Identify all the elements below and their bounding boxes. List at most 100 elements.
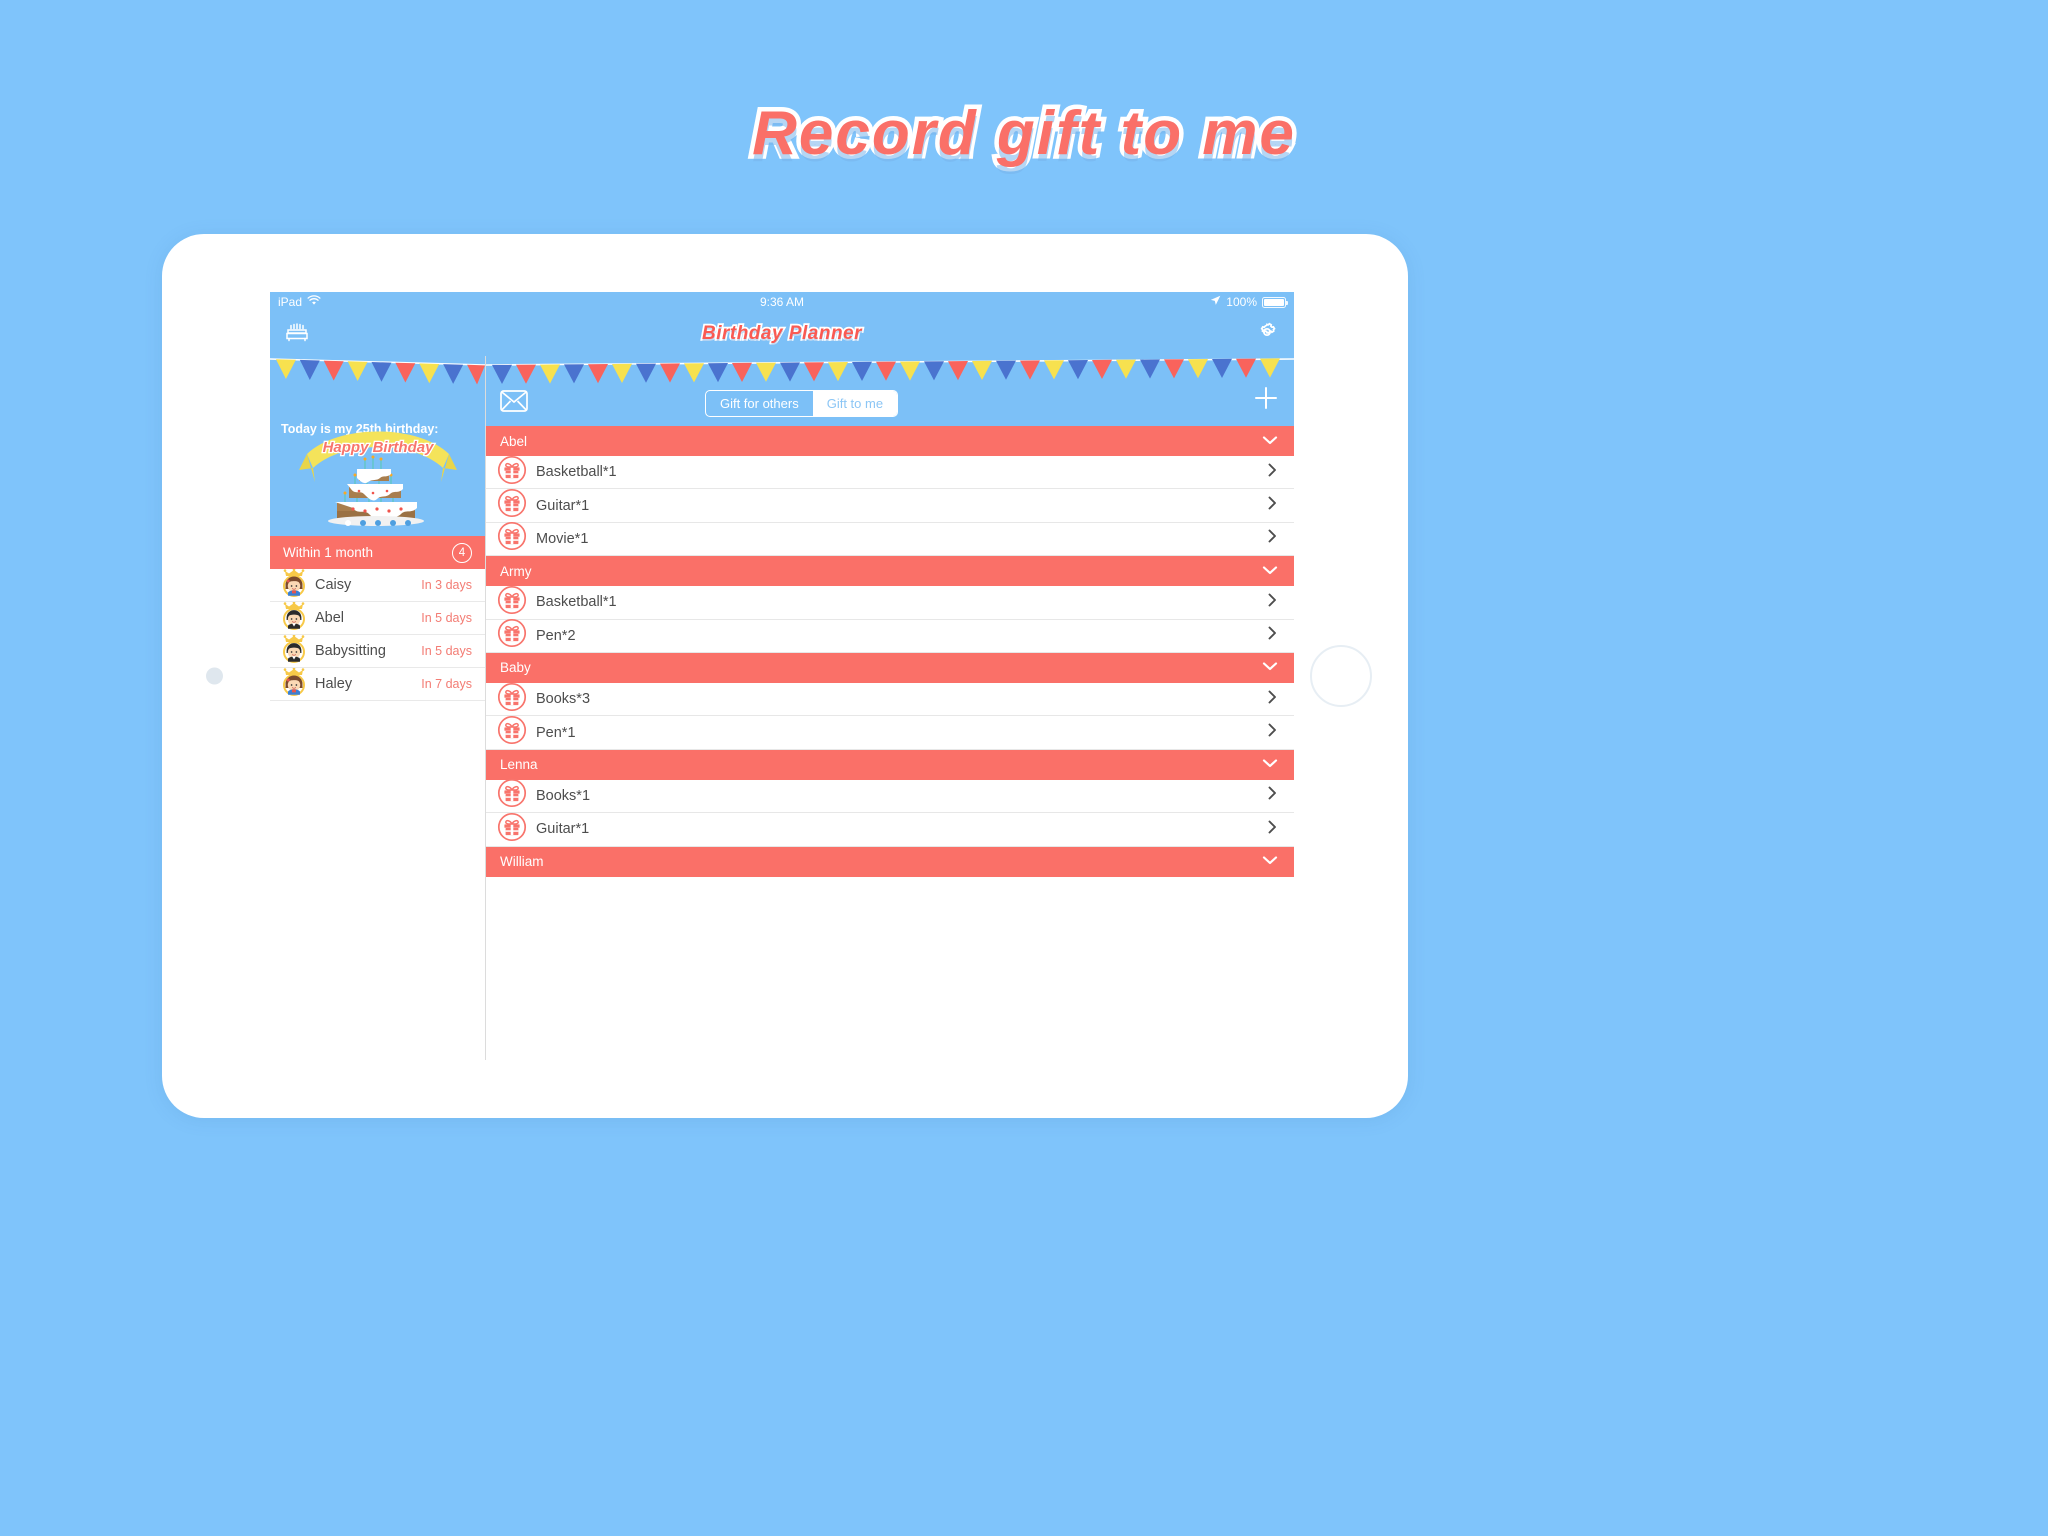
- friend-list: Caisy In 3 days Abel In 5 days Babysitting…: [270, 568, 485, 701]
- chevron-right-icon[interactable]: [1264, 495, 1280, 516]
- status-badge: 4: [452, 542, 472, 563]
- avatar-girl-crown-icon: [281, 568, 307, 602]
- camera-dot: [206, 667, 223, 685]
- friend-days-remaining: In 3 days: [421, 578, 472, 592]
- avatar-boy-crown-icon: [281, 601, 307, 635]
- status-time: 9:36 AM: [759, 295, 805, 309]
- gift-box-icon: [497, 489, 527, 518]
- gift-group-name: Army: [500, 563, 532, 579]
- gift-name: Basketball*1: [536, 464, 617, 481]
- friend-list-item[interactable]: Babysitting In 5 days: [270, 634, 485, 668]
- gift-box-icon: [497, 812, 527, 841]
- friend-name: Haley: [315, 676, 353, 692]
- gift-box-icon: [497, 715, 527, 745]
- page-title: Birthday Planner: [700, 321, 863, 346]
- friend-days-remaining: In 5 days: [421, 611, 472, 625]
- chevron-down-icon[interactable]: [1260, 753, 1280, 776]
- battery-percent: 100%: [1226, 295, 1257, 309]
- gift-list-item[interactable]: Books*3: [486, 682, 1294, 717]
- gift-group-name: Lenna: [500, 757, 538, 773]
- gift-group-header[interactable]: Abel: [486, 426, 1294, 456]
- home-button[interactable]: [1310, 645, 1372, 707]
- chevron-right-icon[interactable]: [1264, 528, 1280, 549]
- chevron-down-icon[interactable]: [1260, 430, 1280, 453]
- gift-group-name: Abel: [500, 433, 528, 449]
- promo-headline: Record gift to me: [748, 95, 1299, 173]
- gift-toolbar: Gift for others Gift to me: [486, 356, 1294, 426]
- friend-days-remaining: In 7 days: [421, 677, 472, 691]
- app-screen: iPad 9:36 AM 100% Birthday Planner Today…: [270, 292, 1294, 1060]
- gift-list: Abel Basketball*1 Guitar*1 Movie*1 Army B…: [486, 426, 1294, 1060]
- gift-box-icon: [497, 522, 527, 551]
- within-one-month-header[interactable]: Within 1 month 4: [270, 536, 485, 569]
- gift-list-item[interactable]: Guitar*1: [486, 488, 1294, 523]
- gift-name: Guitar*1: [536, 497, 590, 514]
- segment-gift-for-others[interactable]: Gift for others: [706, 391, 813, 416]
- birthday-cake-illustration: Happy Birthday: [293, 410, 463, 533]
- gift-box-icon: [497, 778, 527, 813]
- gift-list-item[interactable]: Books*1: [486, 778, 1294, 814]
- gift-box-icon: [497, 455, 527, 490]
- gift-name: Books*1: [536, 787, 591, 804]
- hero-page-dots[interactable]: [270, 520, 485, 526]
- gift-group-name: Baby: [500, 660, 531, 676]
- gift-name: Pen*2: [536, 627, 576, 644]
- chevron-right-icon[interactable]: [1264, 592, 1280, 613]
- birthday-hero-banner[interactable]: Today is my 25th birthday: Happy Birthda…: [270, 356, 485, 536]
- left-panel-empty-space: [270, 701, 485, 1060]
- gift-group-header[interactable]: Army: [486, 556, 1294, 587]
- gift-group-name: William: [500, 854, 544, 870]
- gift-box-icon: [497, 715, 527, 750]
- chevron-right-icon[interactable]: [1264, 819, 1280, 840]
- gift-box-icon: [497, 521, 527, 556]
- friend-list-item[interactable]: Caisy In 3 days: [270, 568, 485, 602]
- gift-list-item[interactable]: Pen*2: [486, 618, 1294, 653]
- envelope-icon[interactable]: [500, 390, 528, 417]
- chevron-right-icon[interactable]: [1264, 689, 1280, 710]
- plus-icon[interactable]: [1252, 384, 1280, 417]
- battery-icon: [1262, 296, 1288, 308]
- friend-name: Babysitting: [315, 643, 386, 659]
- gift-box-icon: [497, 682, 527, 711]
- gift-list-item[interactable]: Basketball*1: [486, 585, 1294, 620]
- screen-content: Today is my 25th birthday: Happy Birthda…: [270, 356, 1294, 1060]
- friend-list-item[interactable]: Haley In 7 days: [270, 667, 485, 701]
- happy-birthday-banner-text: Happy Birthday: [322, 439, 434, 456]
- chevron-right-icon[interactable]: [1264, 625, 1280, 646]
- gift-list-item[interactable]: Guitar*1: [486, 812, 1294, 847]
- gift-box-icon: [497, 488, 527, 523]
- gift-box-icon: [497, 455, 527, 484]
- chevron-right-icon[interactable]: [1264, 785, 1280, 806]
- friend-name: Caisy: [315, 577, 352, 593]
- left-panel: Today is my 25th birthday: Happy Birthda…: [270, 356, 486, 1060]
- location-arrow-icon: [1210, 295, 1221, 309]
- friend-name: Abel: [315, 610, 345, 626]
- chevron-down-icon[interactable]: [1260, 850, 1280, 873]
- friend-list-item[interactable]: Abel In 5 days: [270, 601, 485, 635]
- gift-name: Books*3: [536, 691, 591, 708]
- segment-gift-to-me[interactable]: Gift to me: [812, 391, 898, 416]
- gift-box-icon: [497, 682, 527, 717]
- gift-name: Pen*1: [536, 724, 576, 741]
- chevron-right-icon[interactable]: [1264, 722, 1280, 743]
- gift-group-header[interactable]: Lenna: [486, 749, 1294, 780]
- chevron-right-icon[interactable]: [1264, 462, 1280, 483]
- gift-box-icon: [497, 618, 527, 653]
- gift-scope-segmented-control[interactable]: Gift for others Gift to me: [704, 390, 899, 417]
- chevron-down-icon[interactable]: [1260, 656, 1280, 679]
- gift-list-item[interactable]: Basketball*1: [486, 455, 1294, 490]
- birthday-cake-icon[interactable]: [284, 319, 310, 350]
- gear-icon[interactable]: [1254, 319, 1280, 350]
- gift-box-icon: [497, 619, 527, 648]
- gift-box-icon: [497, 585, 527, 614]
- avatar-girl-crown-icon: [281, 667, 307, 701]
- chevron-down-icon[interactable]: [1260, 560, 1280, 583]
- gift-list-item[interactable]: Movie*1: [486, 521, 1294, 557]
- avatar-boy-crown-icon: [281, 634, 307, 668]
- gift-group-header[interactable]: Baby: [486, 652, 1294, 683]
- gift-group-header[interactable]: William: [486, 846, 1294, 877]
- gift-box-icon: [497, 812, 527, 847]
- ipad-device-frame: iPad 9:36 AM 100% Birthday Planner Today…: [162, 234, 1408, 1118]
- gift-list-item[interactable]: Pen*1: [486, 715, 1294, 750]
- friend-days-remaining: In 5 days: [421, 644, 472, 658]
